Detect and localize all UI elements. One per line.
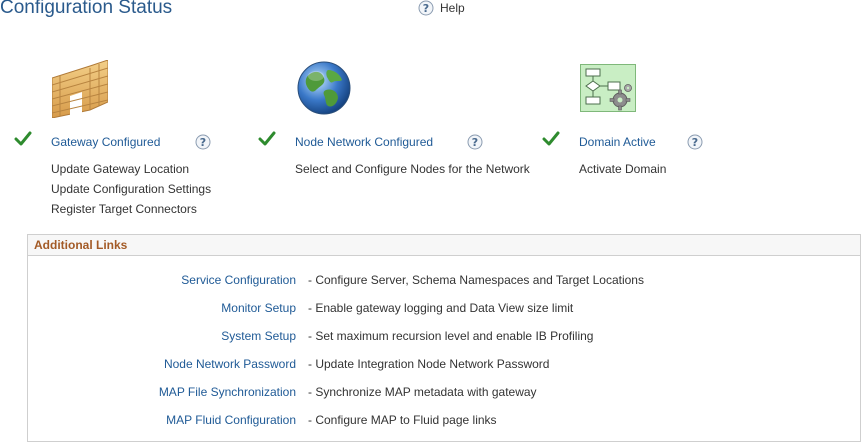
update-configuration-settings-link[interactable]: Update Configuration Settings <box>51 179 211 199</box>
map-file-synchronization-link[interactable]: MAP File Synchronization <box>159 385 296 399</box>
list-item: Monitor Setup - Enable gateway logging a… <box>28 301 860 321</box>
domain-active-link[interactable]: Domain Active <box>579 135 656 149</box>
step-gateway: Gateway Configured <box>51 135 160 149</box>
monitor-setup-desc: - Enable gateway logging and Data View s… <box>308 301 574 315</box>
system-setup-desc: - Set maximum recursion level and enable… <box>308 329 594 343</box>
additional-links-title: Additional Links <box>34 238 128 252</box>
brick-wall-icon <box>52 60 108 118</box>
svg-text:?: ? <box>472 136 478 149</box>
additional-links-panel: Additional Links Service Configuration -… <box>27 234 861 442</box>
list-item: MAP File Synchronization - Synchronize M… <box>28 385 860 405</box>
service-configuration-link[interactable]: Service Configuration <box>181 273 296 287</box>
node-network-password-link[interactable]: Node Network Password <box>164 357 296 371</box>
svg-text:?: ? <box>200 136 206 149</box>
service-configuration-desc: - Configure Server, Schema Namespaces an… <box>308 273 644 287</box>
configuration-status-page: Configuration Status ? Help Gateway Conf… <box>0 0 864 445</box>
list-item: MAP Fluid Configuration - Configure MAP … <box>28 413 860 433</box>
additional-links-header: Additional Links <box>28 235 860 256</box>
svg-text:?: ? <box>423 2 429 15</box>
domain-help-icon[interactable]: ? <box>687 134 703 150</box>
monitor-setup-link[interactable]: Monitor Setup <box>221 301 296 315</box>
map-fluid-configuration-link[interactable]: MAP Fluid Configuration <box>166 413 296 427</box>
list-item: Node Network Password - Update Integrati… <box>28 357 860 377</box>
system-setup-link[interactable]: System Setup <box>221 329 296 343</box>
map-fluid-configuration-desc: - Configure MAP to Fluid page links <box>308 413 497 427</box>
gateway-help-icon[interactable]: ? <box>195 134 211 150</box>
register-target-connectors-link[interactable]: Register Target Connectors <box>51 199 197 219</box>
step-domain: Domain Active <box>579 135 656 149</box>
flowchart-gear-icon <box>580 64 636 112</box>
help-button[interactable]: ? Help <box>418 0 465 16</box>
svg-text:?: ? <box>692 136 698 149</box>
map-file-synchronization-desc: - Synchronize MAP metadata with gateway <box>308 385 537 399</box>
node-network-password-desc: - Update Integration Node Network Passwo… <box>308 357 550 371</box>
node-network-configured-link[interactable]: Node Network Configured <box>295 135 433 149</box>
check-icon <box>542 131 560 146</box>
check-icon <box>14 131 32 146</box>
gateway-configured-link[interactable]: Gateway Configured <box>51 135 160 149</box>
activate-domain-link[interactable]: Activate Domain <box>579 159 666 179</box>
page-title: Configuration Status <box>0 0 173 18</box>
step-node-network: Node Network Configured <box>295 135 433 149</box>
select-configure-nodes-link[interactable]: Select and Configure Nodes for the Netwo… <box>295 159 530 179</box>
globe-icon <box>297 61 351 115</box>
update-gateway-location-link[interactable]: Update Gateway Location <box>51 159 189 179</box>
list-item: System Setup - Set maximum recursion lev… <box>28 329 860 349</box>
help-label: Help <box>440 1 465 15</box>
check-icon <box>258 131 276 146</box>
list-item: Service Configuration - Configure Server… <box>28 273 860 293</box>
node-network-help-icon[interactable]: ? <box>467 134 483 150</box>
help-icon: ? <box>418 0 434 16</box>
